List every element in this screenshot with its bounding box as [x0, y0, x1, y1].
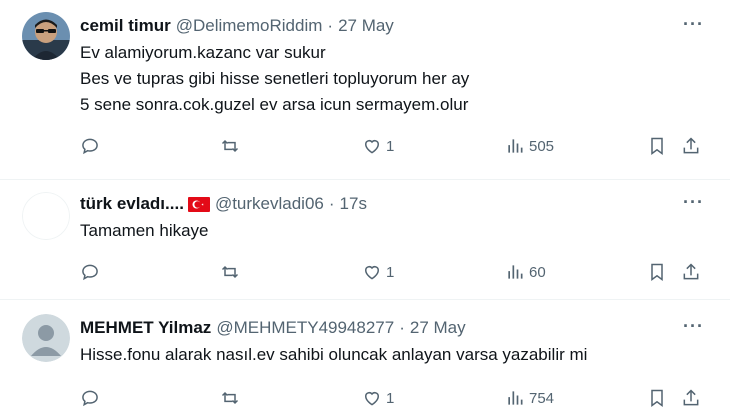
repost-button[interactable]: [220, 134, 240, 158]
tweet-text-line: Hisse.fonu alarak nasıl.ev sahibi olunca…: [80, 345, 588, 364]
view-count: 754: [529, 389, 555, 407]
share-icon: [683, 389, 699, 406]
share-button[interactable]: [681, 386, 701, 410]
turkey-flag-icon: [187, 196, 210, 212]
more-options-icon[interactable]: ···: [683, 316, 704, 337]
tweet-text-line: 5 sene sonra.cok.guzel ev arsa icun serm…: [80, 95, 469, 114]
tweet-header: MEHMET Yilmaz @MEHMETY49948277 · 27 May: [80, 316, 466, 340]
reply-feed: cemil timur @DelimemoRiddim · 27 May ···…: [0, 0, 730, 420]
action-bar: 1 754: [80, 386, 710, 410]
tweet-text-line: Tamamen hikaye: [80, 221, 209, 240]
reply-icon: [82, 390, 98, 407]
share-button[interactable]: [681, 260, 701, 284]
view-count: 60: [529, 263, 546, 281]
timestamp[interactable]: 27 May: [338, 16, 394, 36]
like-button[interactable]: 1: [362, 134, 394, 158]
bookmark-button[interactable]: [647, 386, 667, 410]
tweet-header: cemil timur @DelimemoRiddim · 27 May: [80, 14, 394, 38]
separator-dot: ·: [399, 318, 405, 337]
user-handle[interactable]: @DelimemoRiddim: [176, 16, 323, 36]
tweet-text: Tamamen hikaye: [80, 218, 209, 244]
more-options-icon[interactable]: ···: [683, 14, 704, 35]
repost-button[interactable]: [220, 386, 240, 410]
bookmark-icon: [651, 137, 663, 155]
bookmark-icon: [651, 389, 663, 407]
views-chart-icon: [508, 265, 523, 279]
display-name[interactable]: türk evladı....: [80, 194, 184, 214]
tweet-text-line: Bes ve tupras gibi hisse senetleri toplu…: [80, 69, 470, 88]
avatar[interactable]: [22, 314, 70, 362]
tweet-text-line: Ev alamiyorum.kazanc var sukur: [80, 43, 326, 62]
like-button[interactable]: 1: [362, 386, 394, 410]
reply-button[interactable]: [80, 134, 100, 158]
reply-button[interactable]: [80, 260, 100, 284]
share-button[interactable]: [681, 134, 701, 158]
more-options-icon[interactable]: ···: [683, 192, 704, 213]
reply-button[interactable]: [80, 386, 100, 410]
share-icon: [683, 263, 699, 280]
timestamp[interactable]: 17s: [340, 194, 367, 214]
avatar[interactable]: [22, 12, 70, 60]
repost-button[interactable]: [220, 260, 240, 284]
display-name[interactable]: MEHMET Yilmaz: [80, 318, 211, 338]
reply-icon: [82, 138, 98, 155]
repost-icon: [221, 265, 239, 279]
like-count: 1: [386, 389, 395, 407]
action-bar: 1 505: [80, 134, 710, 158]
like-button[interactable]: 1: [362, 260, 394, 284]
tweet-text: Hisse.fonu alarak nasıl.ev sahibi olunca…: [80, 342, 587, 368]
repost-icon: [221, 391, 239, 405]
repost-icon: [221, 139, 239, 153]
bookmark-button[interactable]: [647, 134, 667, 158]
views-chart-icon: [508, 391, 523, 405]
action-bar: 1 60: [80, 260, 710, 284]
like-count: 1: [386, 263, 395, 281]
separator-dot: ·: [328, 194, 335, 213]
separator-dot: ·: [327, 16, 334, 35]
views-button[interactable]: 60: [505, 260, 546, 284]
timestamp[interactable]: 27 May: [410, 318, 466, 338]
share-icon: [683, 137, 699, 154]
heart-icon: [365, 140, 379, 154]
tweet-header: türk evladı.... @turkevladi06 · 17s: [80, 192, 367, 216]
view-count: 505: [529, 137, 555, 155]
views-button[interactable]: 754: [505, 386, 554, 410]
like-count: 1: [386, 137, 395, 155]
user-handle[interactable]: @MEHMETY49948277: [216, 318, 394, 338]
display-name[interactable]: cemil timur: [80, 16, 171, 36]
heart-icon: [365, 392, 379, 406]
heart-icon: [365, 266, 379, 280]
tweet-text: Ev alamiyorum.kazanc var sukur Bes ve tu…: [80, 40, 469, 118]
views-button[interactable]: 505: [505, 134, 554, 158]
reply-icon: [82, 264, 98, 281]
bookmark-icon: [651, 263, 663, 281]
avatar[interactable]: [22, 192, 70, 240]
views-chart-icon: [508, 139, 523, 153]
bookmark-button[interactable]: [647, 260, 667, 284]
user-handle[interactable]: @turkevladi06: [215, 194, 324, 214]
